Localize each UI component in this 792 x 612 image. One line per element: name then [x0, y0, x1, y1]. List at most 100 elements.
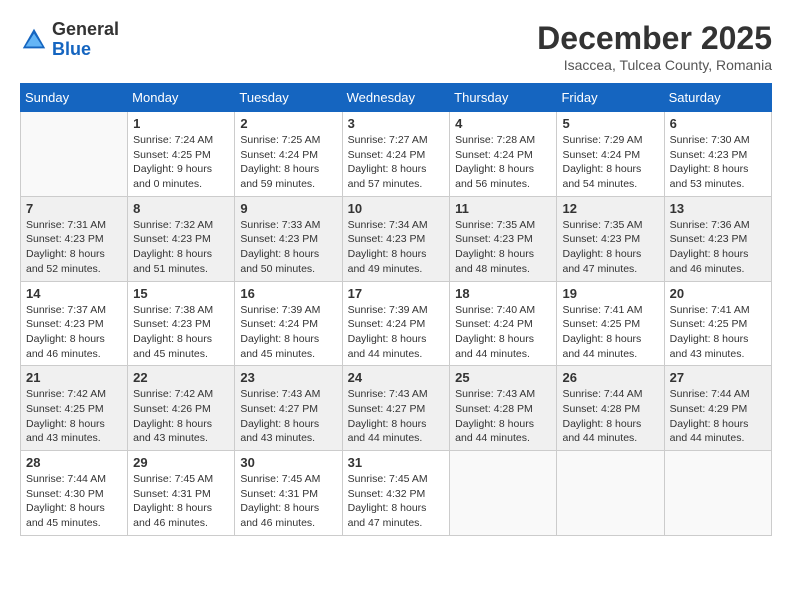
day-info: Sunrise: 7:24 AM Sunset: 4:25 PM Dayligh…	[133, 133, 229, 192]
calendar-cell: 29 Sunrise: 7:45 AM Sunset: 4:31 PM Dayli…	[128, 451, 235, 536]
day-number: 24	[348, 370, 445, 385]
day-info: Sunrise: 7:25 AM Sunset: 4:24 PM Dayligh…	[240, 133, 336, 192]
day-number: 4	[455, 116, 551, 131]
day-number: 15	[133, 286, 229, 301]
day-number: 2	[240, 116, 336, 131]
day-info: Sunrise: 7:36 AM Sunset: 4:23 PM Dayligh…	[670, 218, 766, 277]
day-number: 27	[670, 370, 766, 385]
calendar-cell: 12Sunrise: 7:35 AM Sunset: 4:23 PM Dayli…	[557, 196, 664, 281]
day-number: 1	[133, 116, 229, 131]
day-info: Sunrise: 7:41 AM Sunset: 4:25 PM Dayligh…	[670, 303, 766, 362]
weekday-header-monday: Monday	[128, 84, 235, 112]
day-number: 13	[670, 201, 766, 216]
calendar-cell: 19 Sunrise: 7:41 AM Sunset: 4:25 PM Dayli…	[557, 281, 664, 366]
day-number: 9	[240, 201, 336, 216]
location: Isaccea, Tulcea County, Romania	[537, 57, 772, 73]
day-info: Sunrise: 7:32 AM Sunset: 4:23 PM Dayligh…	[133, 218, 229, 277]
day-info: Sunrise: 7:42 AM Sunset: 4:26 PM Dayligh…	[133, 387, 229, 446]
weekday-header-row: SundayMondayTuesdayWednesdayThursdayFrid…	[21, 84, 772, 112]
weekday-header-friday: Friday	[557, 84, 664, 112]
logo-icon	[20, 26, 48, 54]
day-number: 6	[670, 116, 766, 131]
logo: General Blue	[20, 20, 119, 60]
calendar-cell: 28 Sunrise: 7:44 AM Sunset: 4:30 PM Dayli…	[21, 451, 128, 536]
calendar-week-4: 21 Sunrise: 7:42 AM Sunset: 4:25 PM Dayli…	[21, 366, 772, 451]
calendar-cell: 16Sunrise: 7:39 AM Sunset: 4:24 PM Dayli…	[235, 281, 342, 366]
calendar-cell: 6Sunrise: 7:30 AM Sunset: 4:23 PM Daylig…	[664, 112, 771, 197]
day-info: Sunrise: 7:45 AM Sunset: 4:31 PM Dayligh…	[133, 472, 229, 531]
page-header: General Blue December 2025 Isaccea, Tulc…	[20, 20, 772, 73]
day-info: Sunrise: 7:42 AM Sunset: 4:25 PM Dayligh…	[26, 387, 122, 446]
calendar-cell: 23Sunrise: 7:43 AM Sunset: 4:27 PM Dayli…	[235, 366, 342, 451]
day-info: Sunrise: 7:31 AM Sunset: 4:23 PM Dayligh…	[26, 218, 122, 277]
calendar-week-1: 1 Sunrise: 7:24 AM Sunset: 4:25 PM Daylig…	[21, 112, 772, 197]
calendar-cell: 22 Sunrise: 7:42 AM Sunset: 4:26 PM Dayli…	[128, 366, 235, 451]
calendar-cell: 8Sunrise: 7:32 AM Sunset: 4:23 PM Daylig…	[128, 196, 235, 281]
day-number: 30	[240, 455, 336, 470]
day-number: 17	[348, 286, 445, 301]
calendar-cell	[450, 451, 557, 536]
day-info: Sunrise: 7:43 AM Sunset: 4:27 PM Dayligh…	[348, 387, 445, 446]
day-info: Sunrise: 7:43 AM Sunset: 4:27 PM Dayligh…	[240, 387, 336, 446]
calendar-cell: 20 Sunrise: 7:41 AM Sunset: 4:25 PM Dayli…	[664, 281, 771, 366]
day-info: Sunrise: 7:34 AM Sunset: 4:23 PM Dayligh…	[348, 218, 445, 277]
weekday-header-saturday: Saturday	[664, 84, 771, 112]
calendar-cell: 26 Sunrise: 7:44 AM Sunset: 4:28 PM Dayli…	[557, 366, 664, 451]
day-info: Sunrise: 7:45 AM Sunset: 4:31 PM Dayligh…	[240, 472, 336, 531]
calendar-cell: 13 Sunrise: 7:36 AM Sunset: 4:23 PM Dayli…	[664, 196, 771, 281]
calendar-cell: 10 Sunrise: 7:34 AM Sunset: 4:23 PM Dayli…	[342, 196, 450, 281]
calendar-cell	[21, 112, 128, 197]
calendar-cell: 2 Sunrise: 7:25 AM Sunset: 4:24 PM Daylig…	[235, 112, 342, 197]
weekday-header-sunday: Sunday	[21, 84, 128, 112]
calendar-cell	[664, 451, 771, 536]
day-info: Sunrise: 7:33 AM Sunset: 4:23 PM Dayligh…	[240, 218, 336, 277]
day-info: Sunrise: 7:41 AM Sunset: 4:25 PM Dayligh…	[562, 303, 658, 362]
day-info: Sunrise: 7:44 AM Sunset: 4:28 PM Dayligh…	[562, 387, 658, 446]
day-number: 28	[26, 455, 122, 470]
day-number: 7	[26, 201, 122, 216]
day-info: Sunrise: 7:39 AM Sunset: 4:24 PM Dayligh…	[240, 303, 336, 362]
calendar-cell: 7 Sunrise: 7:31 AM Sunset: 4:23 PM Daylig…	[21, 196, 128, 281]
day-number: 19	[562, 286, 658, 301]
calendar-cell: 11Sunrise: 7:35 AM Sunset: 4:23 PM Dayli…	[450, 196, 557, 281]
calendar-cell: 27 Sunrise: 7:44 AM Sunset: 4:29 PM Dayli…	[664, 366, 771, 451]
day-info: Sunrise: 7:40 AM Sunset: 4:24 PM Dayligh…	[455, 303, 551, 362]
calendar-cell: 15 Sunrise: 7:38 AM Sunset: 4:23 PM Dayli…	[128, 281, 235, 366]
day-number: 21	[26, 370, 122, 385]
calendar-cell: 5 Sunrise: 7:29 AM Sunset: 4:24 PM Daylig…	[557, 112, 664, 197]
day-number: 14	[26, 286, 122, 301]
day-number: 26	[562, 370, 658, 385]
calendar-cell	[557, 451, 664, 536]
day-number: 5	[562, 116, 658, 131]
day-info: Sunrise: 7:39 AM Sunset: 4:24 PM Dayligh…	[348, 303, 445, 362]
weekday-header-thursday: Thursday	[450, 84, 557, 112]
calendar-cell: 25Sunrise: 7:43 AM Sunset: 4:28 PM Dayli…	[450, 366, 557, 451]
weekday-header-tuesday: Tuesday	[235, 84, 342, 112]
day-number: 12	[562, 201, 658, 216]
calendar-week-3: 14 Sunrise: 7:37 AM Sunset: 4:23 PM Dayli…	[21, 281, 772, 366]
calendar-cell: 30 Sunrise: 7:45 AM Sunset: 4:31 PM Dayli…	[235, 451, 342, 536]
calendar-cell: 21 Sunrise: 7:42 AM Sunset: 4:25 PM Dayli…	[21, 366, 128, 451]
day-info: Sunrise: 7:35 AM Sunset: 4:23 PM Dayligh…	[455, 218, 551, 277]
day-number: 3	[348, 116, 445, 131]
day-info: Sunrise: 7:29 AM Sunset: 4:24 PM Dayligh…	[562, 133, 658, 192]
calendar-cell: 14 Sunrise: 7:37 AM Sunset: 4:23 PM Dayli…	[21, 281, 128, 366]
calendar-cell: 17 Sunrise: 7:39 AM Sunset: 4:24 PM Dayli…	[342, 281, 450, 366]
calendar-cell: 1 Sunrise: 7:24 AM Sunset: 4:25 PM Daylig…	[128, 112, 235, 197]
day-number: 10	[348, 201, 445, 216]
day-info: Sunrise: 7:44 AM Sunset: 4:30 PM Dayligh…	[26, 472, 122, 531]
calendar-table: SundayMondayTuesdayWednesdayThursdayFrid…	[20, 83, 772, 536]
day-number: 20	[670, 286, 766, 301]
logo-general-text: General	[52, 19, 119, 39]
calendar-week-5: 28 Sunrise: 7:44 AM Sunset: 4:30 PM Dayli…	[21, 451, 772, 536]
day-number: 25	[455, 370, 551, 385]
day-info: Sunrise: 7:44 AM Sunset: 4:29 PM Dayligh…	[670, 387, 766, 446]
calendar-cell: 24 Sunrise: 7:43 AM Sunset: 4:27 PM Dayli…	[342, 366, 450, 451]
day-info: Sunrise: 7:37 AM Sunset: 4:23 PM Dayligh…	[26, 303, 122, 362]
day-number: 31	[348, 455, 445, 470]
day-info: Sunrise: 7:28 AM Sunset: 4:24 PM Dayligh…	[455, 133, 551, 192]
day-number: 22	[133, 370, 229, 385]
day-info: Sunrise: 7:38 AM Sunset: 4:23 PM Dayligh…	[133, 303, 229, 362]
day-number: 29	[133, 455, 229, 470]
day-info: Sunrise: 7:45 AM Sunset: 4:32 PM Dayligh…	[348, 472, 445, 531]
